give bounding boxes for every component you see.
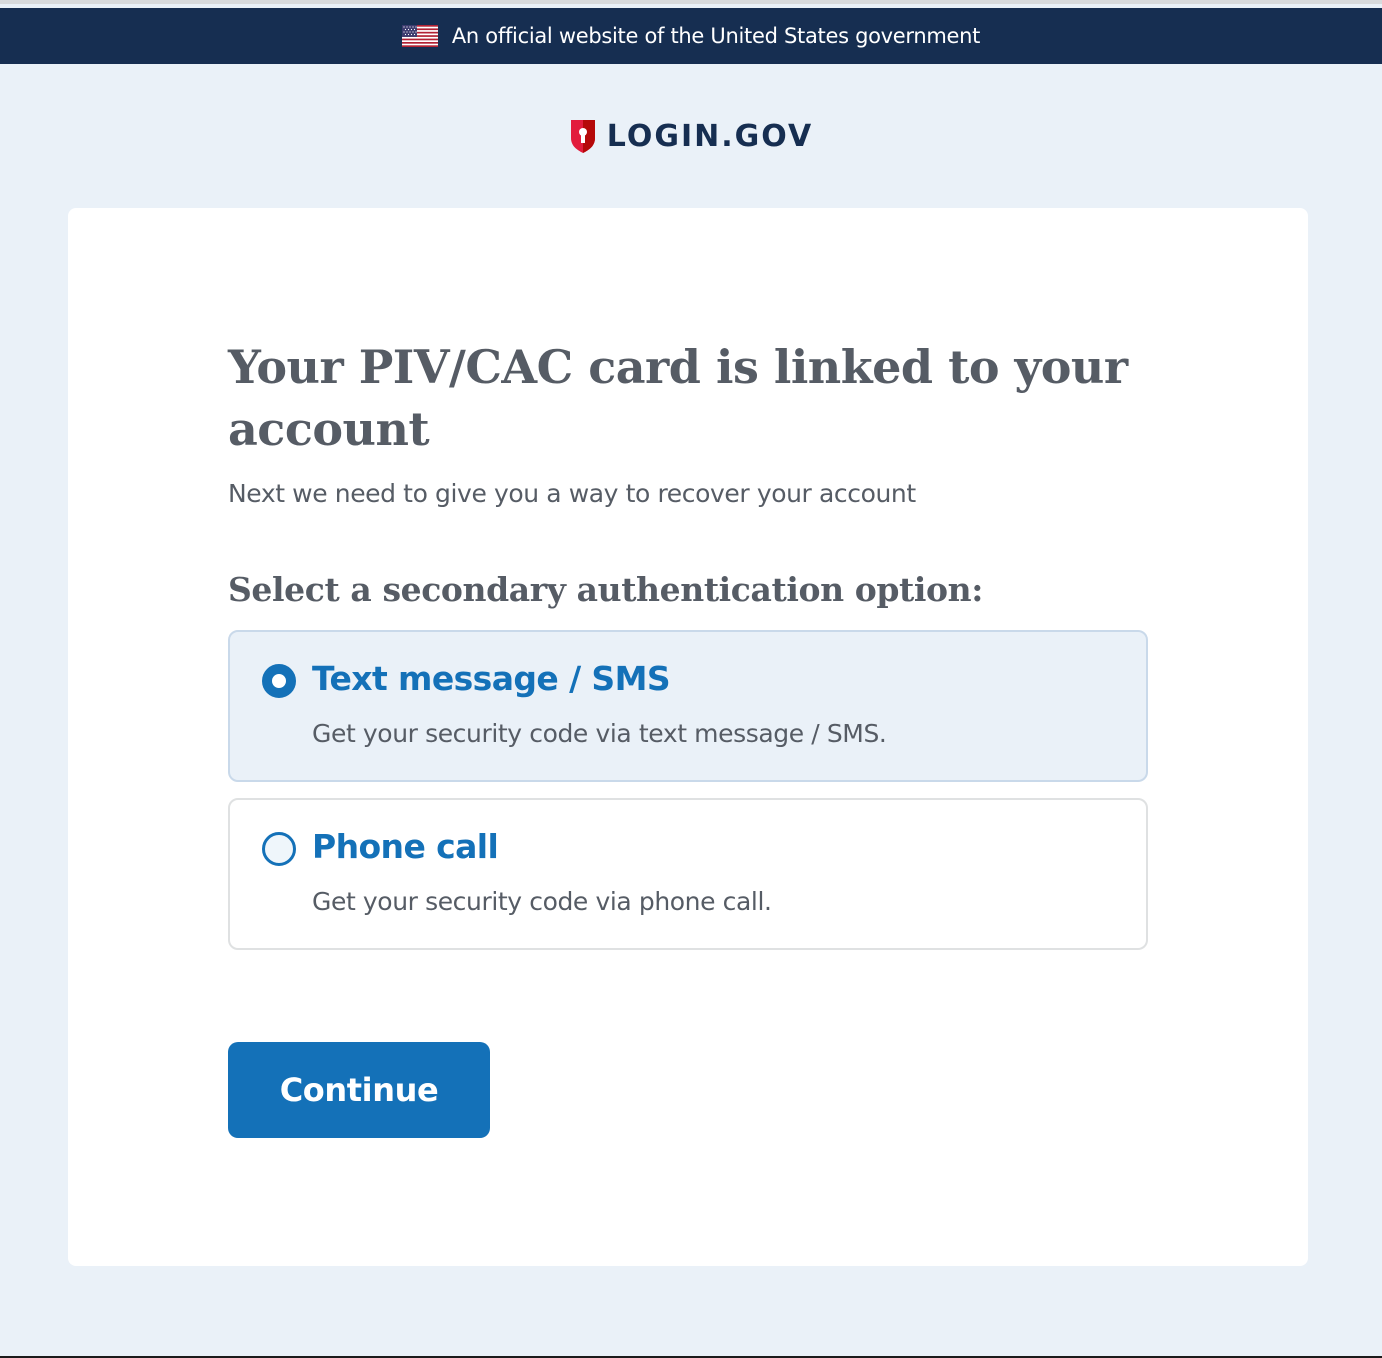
- us-flag-icon: [401, 25, 438, 47]
- option-text-message[interactable]: Text message / SMS Get your security cod…: [228, 630, 1148, 782]
- option-description-phone-call: Get your security code via phone call.: [312, 887, 772, 916]
- option-label-text-message: Text message / SMS: [312, 659, 671, 698]
- shield-keyhole-icon: [570, 120, 595, 153]
- radio-button-text-message[interactable]: [262, 664, 296, 698]
- gov-banner-text: An official website of the United States…: [451, 24, 981, 48]
- logo-text: LOGIN.GOV: [606, 118, 814, 154]
- option-phone-call[interactable]: Phone call Get your security code via ph…: [228, 798, 1148, 950]
- login-gov-logo[interactable]: LOGIN.GOV: [0, 118, 1382, 154]
- page-title: Your PIV/CAC card is linked to your acco…: [228, 340, 1128, 456]
- continue-button[interactable]: Continue: [228, 1042, 490, 1138]
- radio-button-phone-call[interactable]: [262, 832, 296, 866]
- main-card: Your PIV/CAC card is linked to your acco…: [68, 208, 1308, 1266]
- auth-options-heading: Select a secondary authentication option…: [228, 570, 984, 609]
- option-description-text-message: Get your security code via text message …: [312, 719, 887, 748]
- page-subtitle: Next we need to give you a way to recove…: [228, 479, 916, 508]
- option-label-phone-call: Phone call: [312, 827, 499, 866]
- auth-options-list: Text message / SMS Get your security cod…: [228, 630, 1148, 950]
- card-content: Your PIV/CAC card is linked to your acco…: [228, 336, 1148, 950]
- gov-banner: An official website of the United States…: [0, 8, 1382, 64]
